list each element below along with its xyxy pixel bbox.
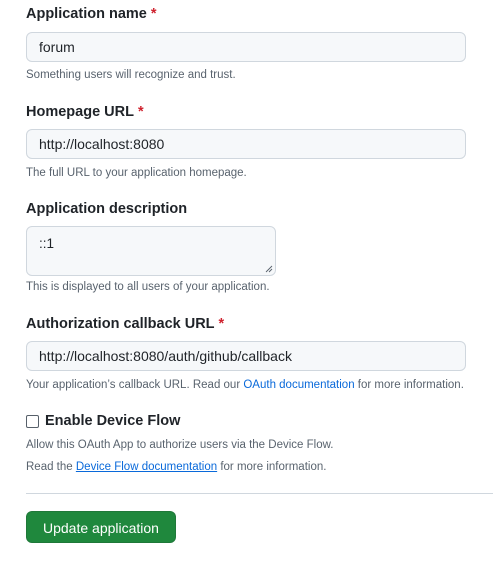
- callback-url-note: Your application’s callback URL. Read ou…: [26, 379, 464, 391]
- app-description-value: ::1: [39, 236, 55, 251]
- app-description-label: Application description: [26, 201, 188, 217]
- resize-grip-icon[interactable]: [265, 265, 273, 273]
- callback-url-label: Authorization callback URL *: [26, 316, 225, 332]
- device-flow-note: Allow this OAuth App to authorize users …: [26, 439, 334, 451]
- oauth-documentation-link[interactable]: OAuth documentation: [243, 379, 354, 391]
- update-application-button[interactable]: Update application: [26, 511, 176, 543]
- enable-device-flow-checkbox[interactable]: [26, 414, 39, 428]
- device-flow-doc-note: Read the Device Flow documentation for m…: [26, 461, 327, 473]
- app-description-textarea[interactable]: ::1: [26, 226, 276, 276]
- enable-device-flow-label[interactable]: Enable Device Flow: [45, 413, 180, 429]
- required-mark: *: [218, 316, 225, 332]
- device-flow-row: Enable Device Flow: [26, 413, 180, 429]
- homepage-url-label: Homepage URL *: [26, 104, 144, 120]
- app-description-note: This is displayed to all users of your a…: [26, 281, 270, 293]
- form-divider: [26, 493, 493, 494]
- oauth-app-form: Application name * forum Something users …: [0, 0, 493, 579]
- homepage-url-input[interactable]: http://localhost:8080: [26, 129, 466, 159]
- app-name-input[interactable]: forum: [26, 32, 466, 62]
- device-flow-documentation-link[interactable]: Device Flow documentation: [76, 461, 217, 473]
- callback-url-input[interactable]: http://localhost:8080/auth/github/callba…: [26, 341, 466, 371]
- required-mark: *: [150, 6, 157, 22]
- app-name-note: Something users will recognize and trust…: [26, 69, 236, 81]
- homepage-url-note: The full URL to your application homepag…: [26, 167, 247, 179]
- required-mark: *: [137, 104, 144, 120]
- app-name-label: Application name *: [26, 6, 157, 22]
